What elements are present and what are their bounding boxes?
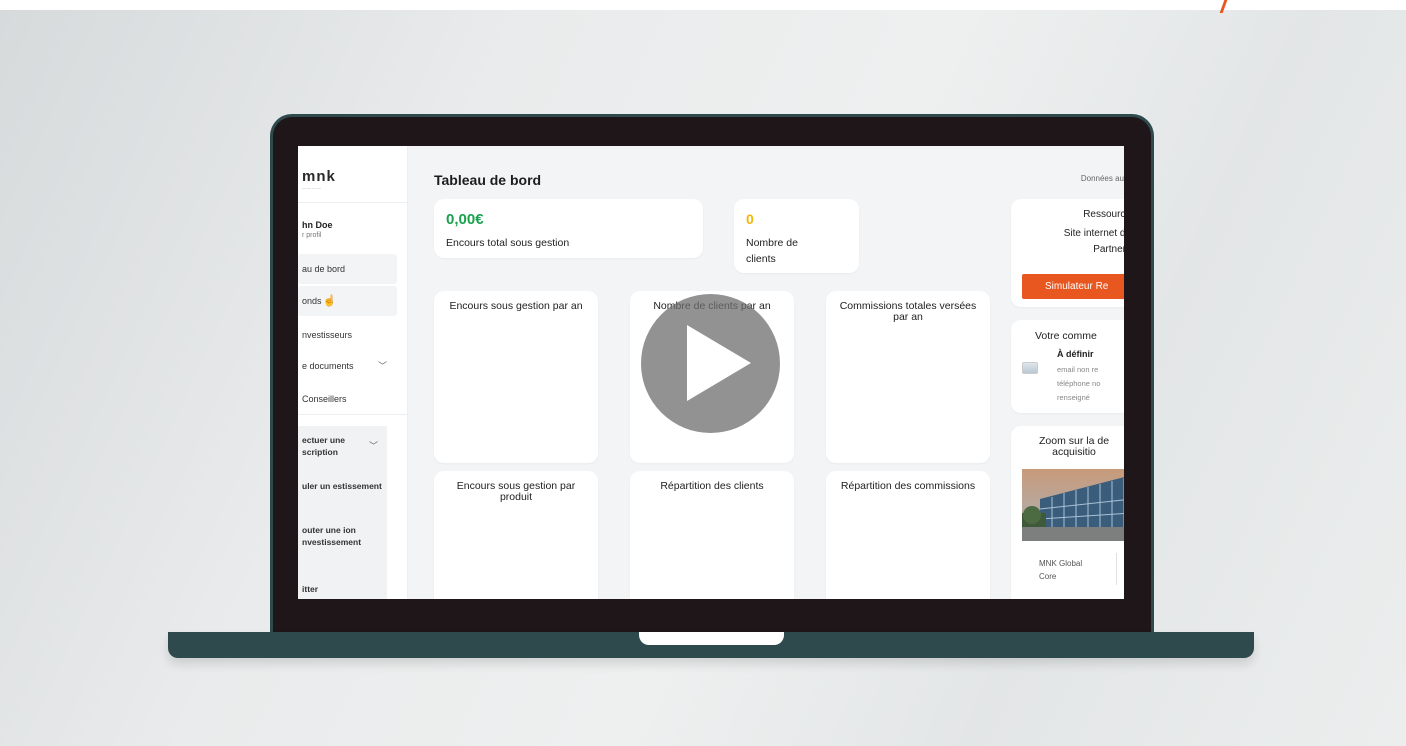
chart-title: Commissions totales versées par an (839, 300, 977, 323)
user-name: hn Doe (302, 220, 333, 230)
chart-card-client-distribution: Répartition des clients (630, 471, 794, 599)
divider (298, 202, 407, 203)
fund-name[interactable]: MNK Global Core (1039, 557, 1082, 583)
make-subscription-link[interactable]: ectuer une scription ﹀ (302, 434, 382, 458)
link-line: Site internet de (1063, 228, 1124, 239)
top-strip (0, 0, 1406, 10)
account-manager-name: À définir (1057, 349, 1094, 359)
acquisition-title: Zoom sur la de acquisitio (1039, 436, 1109, 458)
sidebar-item-investors[interactable]: nvestisseurs (298, 320, 397, 350)
fund-line: Core (1039, 572, 1057, 581)
fund-line: MNK Global (1039, 559, 1083, 568)
sidebar-item-label: e documents (302, 361, 354, 371)
brand-tagline: ———— (302, 185, 322, 190)
chart-title: Encours sous gestion par produit (456, 480, 576, 503)
sidebar-item-dashboard[interactable]: au de bord (298, 254, 397, 284)
video-play-button[interactable] (641, 294, 780, 433)
account-manager-phone-note: renseigné (1057, 393, 1090, 402)
sidebar-item-advisors[interactable]: Conseillers (298, 384, 397, 414)
page-title: Tableau de bord (434, 172, 542, 188)
chart-title: Encours sous gestion par an (449, 300, 583, 312)
kpi-value: 0,00€ (446, 211, 484, 228)
chevron-down-icon: ﹀ (368, 441, 378, 451)
action-panel: ectuer une scription ﹀ uler un estisseme… (298, 426, 387, 599)
kpi-label: Encours total sous gestion (446, 237, 570, 249)
resources-card: Ressource Site internet de Partners Simu… (1011, 199, 1124, 307)
account-manager-email: email non re (1057, 365, 1099, 374)
play-icon (687, 325, 751, 401)
simulate-investment-link[interactable]: uler un estissement (302, 480, 382, 492)
sidebar: mnk ———— hn Doe r profil au de bord onds… (298, 146, 408, 599)
add-investment-link[interactable]: outer une ion nvestissement (302, 524, 382, 548)
sidebar-item-label: Conseillers (302, 394, 347, 404)
chart-card-aum-per-product: Encours sous gestion par produit (434, 471, 598, 599)
account-manager-title: Votre comme (1035, 330, 1097, 342)
sidebar-item-label: nvestisseurs (302, 330, 353, 340)
chart-card-aum-per-year: Encours sous gestion par an (434, 291, 598, 463)
hand-cursor-icon: ☝ (322, 295, 337, 307)
kpi-clients: 0 Nombre de clients (734, 199, 859, 273)
account-manager-card: Votre comme À définir email non re télép… (1011, 320, 1124, 413)
sidebar-item-label: onds (302, 296, 322, 306)
sidebar-item-label: au de bord (302, 264, 346, 274)
latest-acquisition-card: Zoom sur la de acquisitio MNK Global Cor… (1011, 426, 1124, 599)
link-line: Partners (1093, 244, 1124, 255)
sub-item-label: ectuer une scription (302, 435, 345, 457)
account-manager-phone: téléphone no (1057, 379, 1101, 388)
building-image-icon (1022, 469, 1124, 541)
partners-website-link[interactable]: Site internet de Partners (1064, 226, 1124, 258)
chart-card-commissions-per-year: Commissions totales versées par an (826, 291, 990, 463)
quit-link[interactable]: itter (302, 583, 382, 595)
broken-image-icon (1022, 362, 1038, 374)
brand-logo: mnk (302, 168, 336, 185)
resources-title: Ressource (1083, 209, 1124, 220)
laptop-notch (639, 632, 784, 645)
kpi-label: Nombre de clients (746, 237, 798, 265)
building-photo (1022, 469, 1124, 541)
data-date-label: Données au (1080, 174, 1124, 183)
simulator-button[interactable]: Simulateur Re (1022, 274, 1124, 299)
chart-title: Répartition des commissions (840, 480, 976, 492)
chart-card-commission-distribution: Répartition des commissions (826, 471, 990, 599)
divider (298, 414, 407, 415)
chevron-down-icon: ﹀ (377, 361, 387, 371)
sidebar-item-documents[interactable]: e documents ﹀ (298, 351, 397, 381)
kpi-total-aum: 0,00€ Encours total sous gestion (434, 199, 703, 258)
chart-title: Répartition des clients (660, 480, 764, 492)
sidebar-item-funds[interactable]: onds☝ (298, 286, 397, 316)
profile-link[interactable]: r profil (302, 232, 321, 239)
kpi-value: 0 (746, 211, 754, 227)
title-line: acquisitio (1052, 446, 1096, 458)
divider (1116, 553, 1117, 585)
